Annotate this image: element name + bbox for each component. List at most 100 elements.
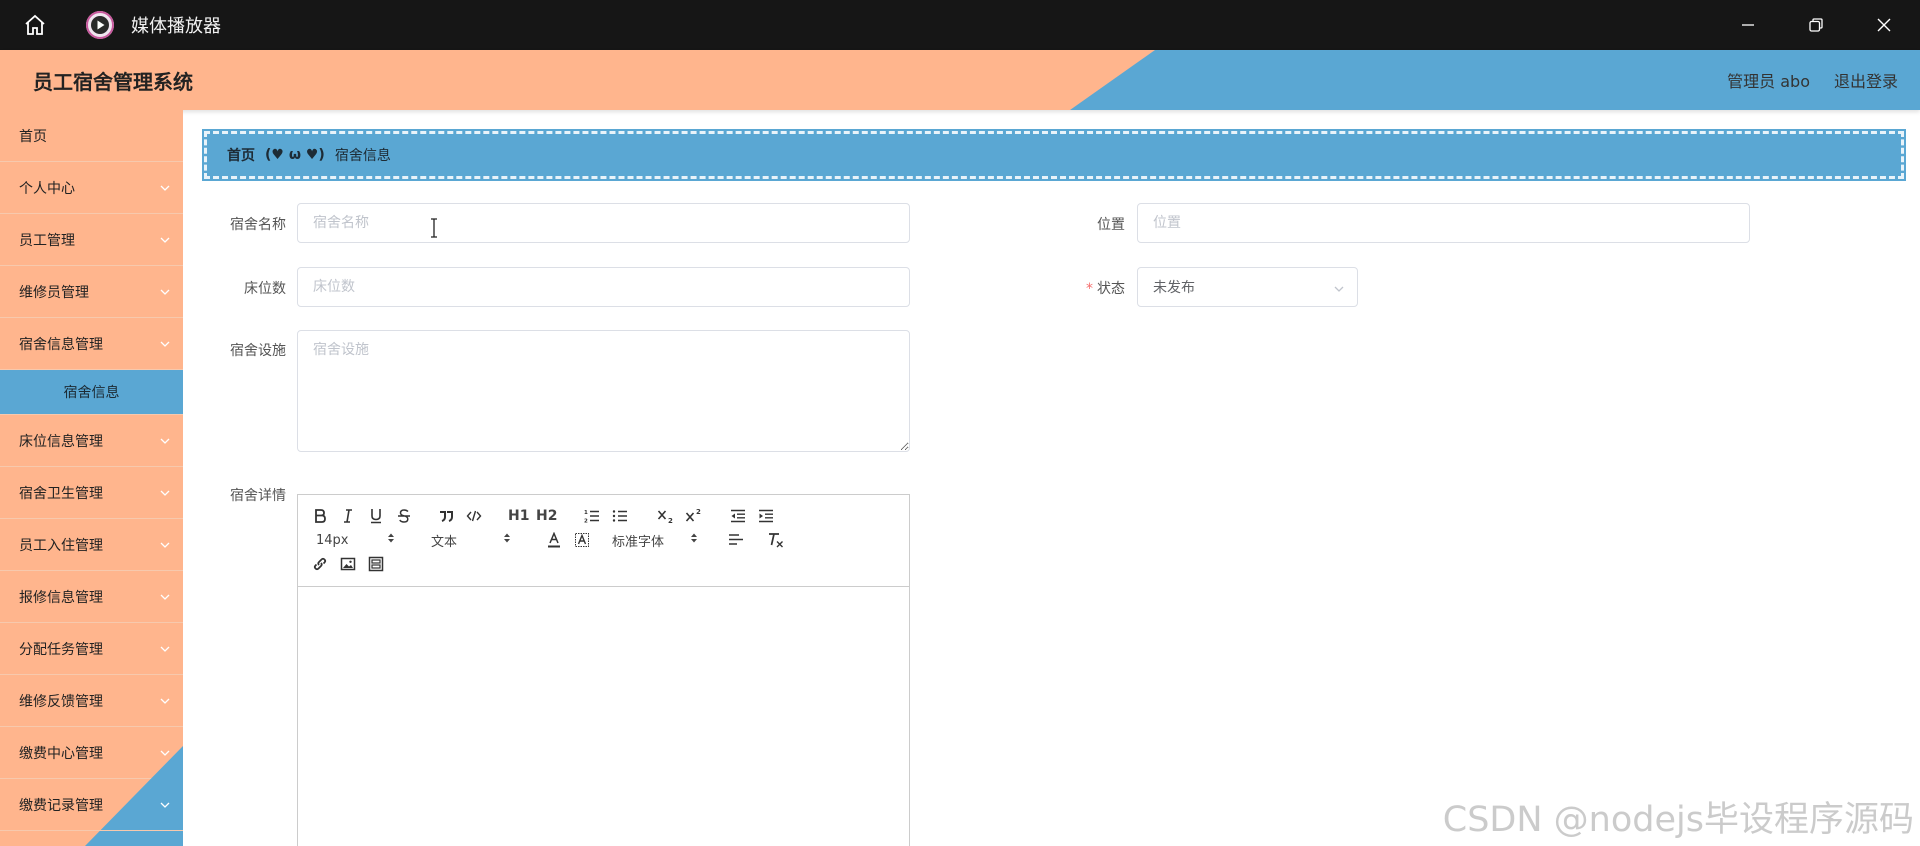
facilities-textarea[interactable] [297,330,910,452]
sidebar-item-payment-records[interactable]: 缴费记录管理 [0,779,183,831]
sidebar-item-label: 报修信息管理 [19,589,103,606]
status-select-value: 未发布 [1153,280,1195,296]
home-icon[interactable] [18,10,52,40]
svg-text:2: 2 [696,508,701,516]
sidebar-item-label: 员工管理 [19,232,75,249]
facilities-label: 宿舍设施 [230,343,286,359]
sidebar-item-personal-center[interactable]: 个人中心 [0,162,183,214]
sidebar-item-label: 宿舍信息管理 [19,336,103,353]
dorm-name-label: 宿舍名称 [230,217,286,233]
text-type-value: 文本 [431,534,458,550]
sidebar-item-dorm-info-manage[interactable]: 宿舍信息管理 [0,318,183,370]
sidebar-item-label: 宿舍信息 [63,385,120,401]
font-family-select[interactable]: 标准字体 [612,529,698,551]
sidebar-item-employee[interactable]: 员工管理 [0,214,183,266]
heading-1-icon[interactable]: H1 [508,505,529,527]
video-icon[interactable] [366,553,386,575]
background-color-icon[interactable] [572,529,592,551]
indent-icon[interactable] [756,505,776,527]
breadcrumb-home[interactable]: 首页 [227,145,255,165]
status-label: * 状态 [1045,278,1125,298]
text-cursor-icon [431,218,437,238]
dorm-name-input[interactable] [297,203,910,243]
sidebar-item-repair-info[interactable]: 报修信息管理 [0,571,183,623]
updown-icon [503,532,511,548]
clear-format-icon[interactable] [766,529,786,551]
strikethrough-icon[interactable] [394,505,414,527]
h1-label: H1 [508,508,530,524]
header-decoration [0,50,1155,110]
admin-user-label[interactable]: 管理员 abo [1727,68,1810,92]
breadcrumb-current: 宿舍信息 [334,148,391,164]
sidebar-item-checkin[interactable]: 员工入住管理 [0,519,183,571]
restore-icon[interactable] [1788,0,1844,50]
beds-input[interactable] [297,267,910,307]
app-title: 员工宿舍管理系统 [33,70,193,94]
beds-label: 床位数 [244,281,286,297]
editor-content-area[interactable] [298,587,909,845]
code-icon[interactable] [464,505,484,527]
chevron-down-icon [160,438,170,444]
link-icon[interactable] [310,553,330,575]
sidebar-item-bed-info[interactable]: 床位信息管理 [0,415,183,467]
chevron-down-icon [160,237,170,243]
chevron-down-icon [160,542,170,548]
italic-icon[interactable] [338,505,358,527]
subscript-icon[interactable]: 2 [656,505,676,527]
image-icon[interactable] [338,553,358,575]
chevron-down-icon [160,802,170,808]
sidebar-item-home[interactable]: 首页 [0,110,183,162]
sidebar-item-repairman[interactable]: 维修员管理 [0,266,183,318]
sidebar-item-label: 维修反馈管理 [19,693,103,710]
svg-text:1: 1 [584,510,588,516]
align-left-icon[interactable] [726,529,746,551]
text-type-select[interactable]: 文本 [431,529,511,551]
close-icon[interactable] [1856,0,1912,50]
sidebar: 首页 个人中心 员工管理 维修员管理 宿舍信息管理 宿舍信息 床位信息管理 宿舍… [0,110,183,846]
sidebar-subitem-dorm-info[interactable]: 宿舍信息 [0,370,183,415]
updown-icon [690,532,698,548]
logout-button[interactable]: 退出登录 [1834,68,1898,92]
ordered-list-icon[interactable]: 12 [582,505,602,527]
chevron-down-icon [1334,286,1344,292]
minimize-icon[interactable] [1720,0,1776,50]
play-circle-icon [86,11,114,39]
font-family-value: 标准字体 [612,534,665,550]
chevron-down-icon [160,185,170,191]
sidebar-item-dorm-hygiene[interactable]: 宿舍卫生管理 [0,467,183,519]
bullet-list-icon[interactable] [610,505,630,527]
chevron-up-icon [160,341,170,347]
sidebar-item-repair-feedback[interactable]: 维修反馈管理 [0,675,183,727]
bold-icon[interactable] [310,505,330,527]
updown-icon [387,532,395,548]
sidebar-item-task-assign[interactable]: 分配任务管理 [0,623,183,675]
sidebar-item-label: 床位信息管理 [19,433,103,450]
chevron-down-icon [160,490,170,496]
status-select[interactable]: 未发布 [1137,267,1358,307]
blockquote-icon[interactable] [436,505,456,527]
h2-label: H2 [536,508,558,524]
font-color-icon[interactable] [544,529,564,551]
sidebar-item-label: 维修员管理 [19,284,89,301]
location-input[interactable] [1137,203,1750,243]
status-label-text: 状态 [1097,281,1125,297]
required-mark: * [1086,281,1093,297]
rich-text-editor[interactable]: H1 H2 12 2 2 14px 文本 标准字体 [297,494,910,846]
window-titlebar: 媒体播放器 [0,0,1920,50]
heading-2-icon[interactable]: H2 [536,505,557,527]
location-label: 位置 [1097,217,1125,233]
svg-text:2: 2 [668,517,673,524]
sidebar-item-label: 首页 [19,128,47,145]
app-header: 员工宿舍管理系统 管理员 abo 退出登录 [0,50,1920,110]
outdent-icon[interactable] [728,505,748,527]
breadcrumb: 首页 (♥ ω ♥) 宿舍信息 [202,129,1906,181]
sidebar-item-label: 宿舍卫生管理 [19,485,103,502]
sidebar-item-label: 分配任务管理 [19,641,103,658]
svg-text:2: 2 [584,519,588,525]
superscript-icon[interactable]: 2 [684,505,704,527]
details-label: 宿舍详情 [230,488,286,504]
chevron-down-icon [160,289,170,295]
font-size-value: 14px [316,532,349,548]
font-size-select[interactable]: 14px [316,529,395,551]
underline-icon[interactable] [366,505,386,527]
